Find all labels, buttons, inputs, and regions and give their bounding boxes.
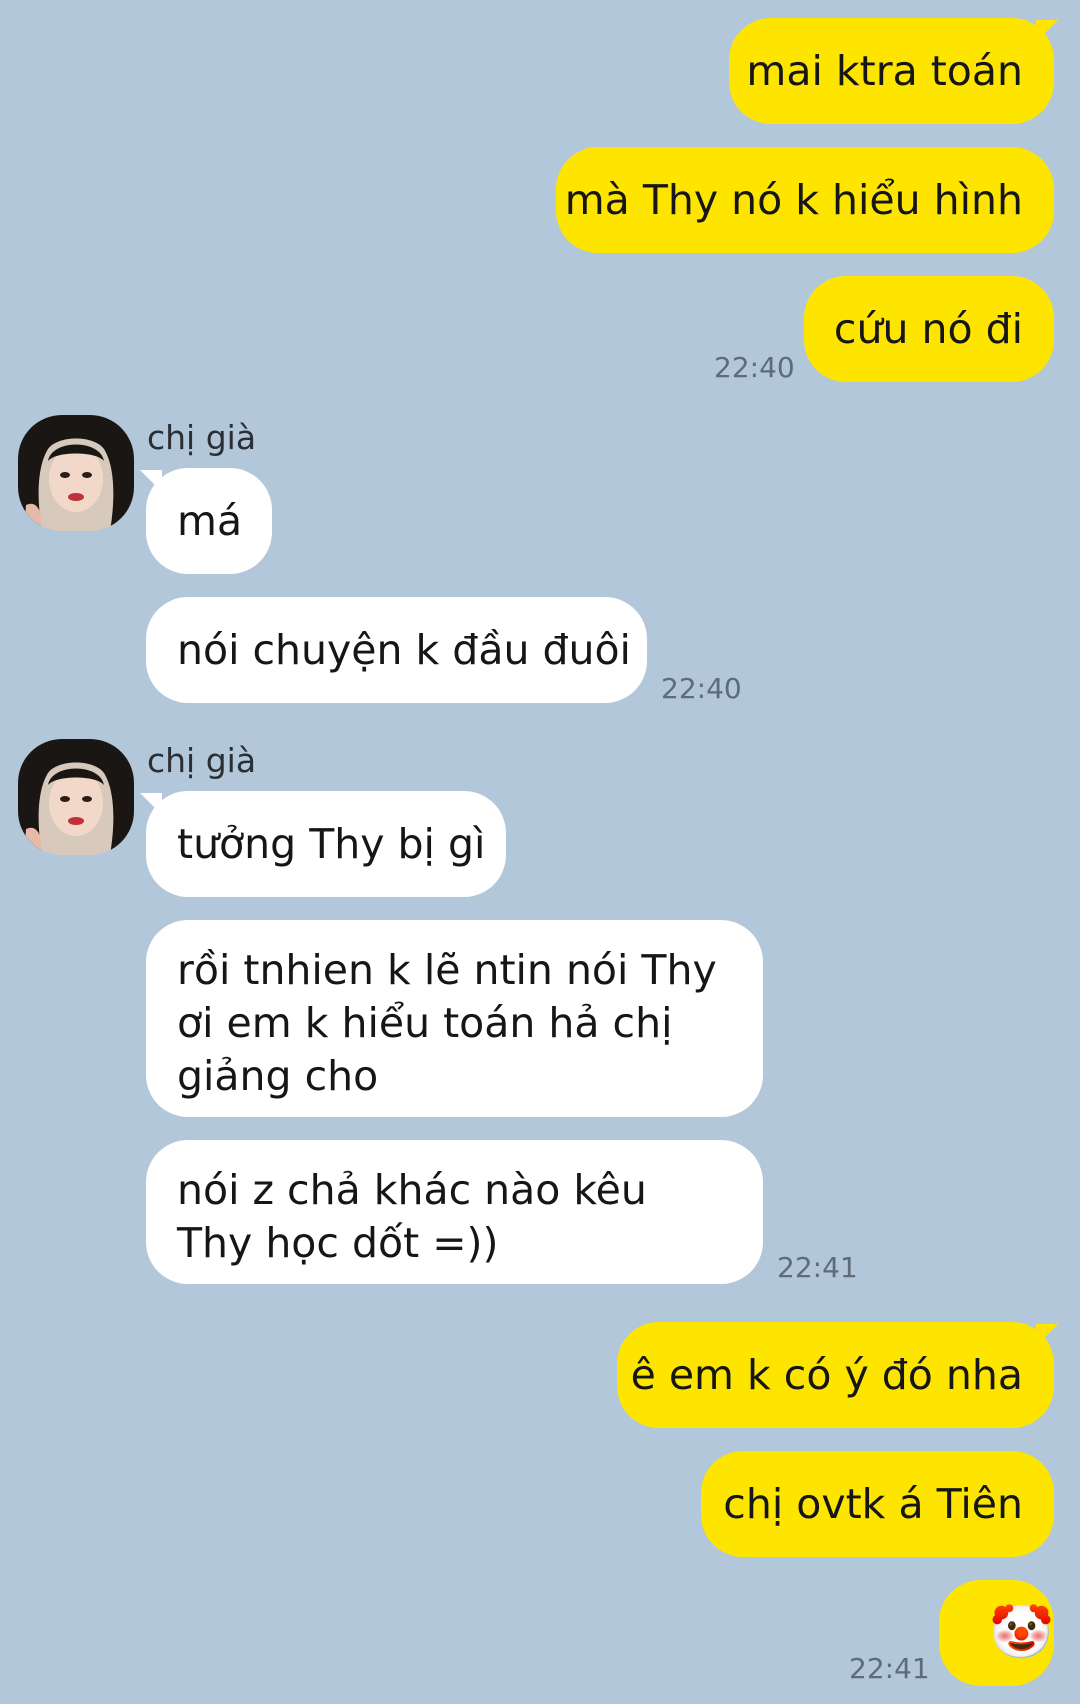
message-text: nói chuyện k đầu đuôi	[177, 625, 631, 674]
incoming-message[interactable]: rồi tnhien k lẽ ntin nói Thy ơi em k hiể…	[146, 920, 763, 1117]
message-text: rồi tnhien k lẽ ntin nói Thy ơi em k hiể…	[177, 946, 717, 1100]
outgoing-message[interactable]: cứu nó đi	[804, 276, 1054, 382]
contact-avatar[interactable]	[18, 415, 134, 531]
clown-emoji-icon: 🤡	[989, 1602, 1054, 1663]
message-text: mai ktra toán	[746, 46, 1023, 95]
contact-avatar[interactable]	[18, 739, 134, 855]
contact-name: chị già	[147, 741, 257, 780]
outgoing-message[interactable]: mà Thy nó k hiểu hình	[556, 147, 1054, 253]
message-text: ê em k có ý đó nha	[630, 1350, 1023, 1399]
message-text: nói z chả khác nào kêu Thy học dốt =))	[177, 1166, 647, 1267]
incoming-message[interactable]: nói z chả khác nào kêu Thy học dốt =))	[146, 1140, 763, 1284]
message-text: tưởng Thy bị gì	[177, 819, 486, 868]
message-text: mà Thy nó k hiểu hình	[564, 175, 1023, 224]
contact-name: chị già	[147, 418, 257, 457]
message-text: má	[177, 496, 243, 545]
avatar-photo-icon	[18, 415, 134, 531]
outgoing-message[interactable]: ê em k có ý đó nha	[617, 1322, 1054, 1428]
outgoing-message[interactable]: mai ktra toán	[729, 18, 1054, 124]
message-timestamp: 22:41	[777, 1251, 858, 1284]
message-text: chị ovtk á Tiên	[723, 1479, 1023, 1528]
incoming-message[interactable]: má	[146, 468, 272, 574]
message-timestamp: 22:41	[849, 1652, 930, 1685]
incoming-message[interactable]: nói chuyện k đầu đuôi	[146, 597, 647, 703]
outgoing-emoji-message[interactable]: 🤡	[939, 1580, 1054, 1686]
avatar-photo-icon	[18, 739, 134, 855]
incoming-message[interactable]: tưởng Thy bị gì	[146, 791, 506, 897]
message-timestamp: 22:40	[714, 351, 795, 384]
message-text: cứu nó đi	[833, 304, 1023, 353]
outgoing-message[interactable]: chị ovtk á Tiên	[701, 1451, 1054, 1557]
message-timestamp: 22:40	[661, 672, 742, 705]
